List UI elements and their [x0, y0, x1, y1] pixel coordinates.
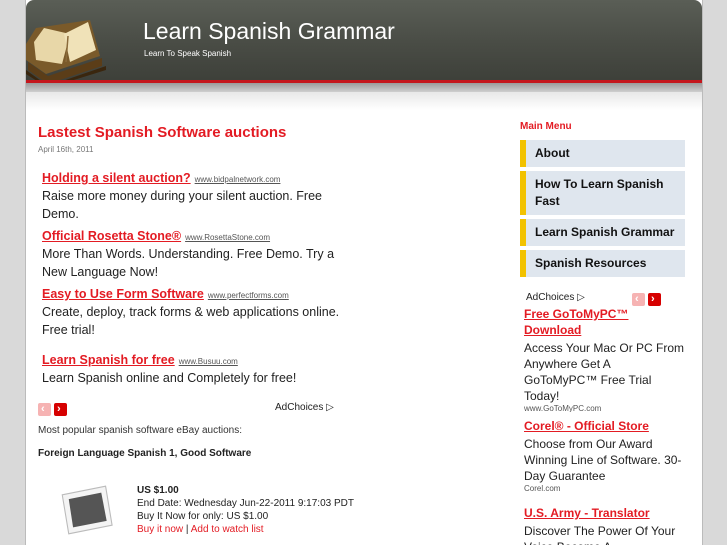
item-buy-now-price: Buy It Now for only: US $1.00 [137, 511, 269, 522]
ad-title-link[interactable]: Official Rosetta Stone® [42, 229, 181, 243]
ad-url-link[interactable]: www.perfectforms.com [208, 291, 289, 300]
site-subtitle: Learn To Speak Spanish [144, 49, 232, 58]
chevron-right-icon[interactable]: › [648, 293, 661, 307]
ad-item: Official Rosetta Stone® www.RosettaStone.… [42, 227, 348, 281]
item-links: Buy it now | Add to watch list [137, 523, 377, 536]
ebay-item-title[interactable]: Foreign Language Spanish 1, Good Softwar… [38, 448, 348, 459]
sidebar-ad-title-link[interactable]: Free GoToMyPC™ Download [524, 306, 685, 338]
chevron-right-icon[interactable]: › [54, 403, 67, 417]
menu-item-resources[interactable]: Spanish Resources [520, 250, 685, 277]
adchoices-link[interactable]: AdChoices ▷ [275, 402, 334, 413]
sidebar-ad: Free GoToMyPC™ Download Access Your Mac … [524, 306, 685, 412]
ad-item: Holding a silent auction? www.bidpalnetwo… [42, 169, 348, 223]
ad-description: Raise more money during your silent auct… [42, 189, 322, 221]
content-area: Lastest Spanish Software auctions April … [26, 92, 702, 545]
link-separator: | [185, 524, 189, 535]
chevron-left-icon[interactable]: ‹ [632, 293, 645, 307]
post-date: April 16th, 2011 [38, 145, 94, 154]
ebay-item-info: US $1.00 End Date: Wednesday Jun-22-2011… [137, 484, 377, 536]
add-to-watch-list-link[interactable]: Add to watch list [191, 524, 264, 535]
ad-url-link[interactable]: www.RosettaStone.com [185, 233, 270, 242]
ad-description: Create, deploy, track forms & web applic… [42, 305, 340, 337]
sidebar-ad-description: Choose from Our Award Winning Line of So… [524, 437, 682, 483]
post-title[interactable]: Lastest Spanish Software auctions [38, 124, 348, 141]
sidebar-ad-title-link[interactable]: Corel® - Official Store [524, 418, 685, 434]
main-column: Lastest Spanish Software auctions April … [38, 124, 348, 459]
ad-block: Holding a silent auction? www.bidpalnetwo… [42, 169, 348, 387]
item-price: US $1.00 [137, 485, 179, 496]
ad-url-link[interactable]: www.bidpalnetwork.com [195, 175, 281, 184]
sidebar-ad-header: AdChoices ▷ ‹ › [520, 291, 685, 307]
books-logo-icon [26, 20, 106, 88]
sidebar-ad-description: Discover The Power Of Your Voice Become … [524, 524, 676, 545]
ad-description: More Than Words. Understanding. Free Dem… [42, 247, 335, 279]
sidebar-ad-url[interactable]: Corel.com [524, 484, 685, 493]
site-title[interactable]: Learn Spanish Grammar [143, 18, 395, 45]
main-menu-heading: Main Menu [520, 121, 572, 132]
ad-description: Learn Spanish online and Completely for … [42, 371, 297, 385]
adchoices-icon: ▷ [326, 402, 334, 413]
sidebar-ad-url[interactable]: www.GoToMyPC.com [524, 404, 685, 412]
menu-item-grammar[interactable]: Learn Spanish Grammar [520, 219, 685, 246]
header: Learn Spanish Grammar Learn To Speak Spa… [26, 0, 702, 92]
ad-title-link[interactable]: Learn Spanish for free [42, 353, 175, 367]
item-end-date: End Date: Wednesday Jun-22-2011 9:17:03 … [137, 498, 354, 509]
ad-nav-row: ‹ › AdChoices ▷ [38, 401, 348, 417]
item-thumbnail-icon[interactable] [56, 484, 114, 536]
adchoices-link[interactable]: AdChoices ▷ [526, 292, 585, 303]
ad-title-link[interactable]: Easy to Use Form Software [42, 287, 204, 301]
sidebar-ad: U.S. Army - Translator Discover The Powe… [524, 505, 685, 545]
ad-item: Easy to Use Form Software www.perfectform… [42, 285, 348, 339]
sidebar-ad-description: Access Your Mac Or PC From Anywhere Get … [524, 341, 685, 403]
sidebar: Main Menu About How To Learn Spanish Fas… [520, 121, 685, 545]
ad-title-link[interactable]: Holding a silent auction? [42, 171, 191, 185]
ad-url-link[interactable]: www.Busuu.com [179, 357, 238, 366]
ad-item: Learn Spanish for free www.Busuu.com Lear… [42, 351, 348, 387]
ebay-intro: Most popular spanish software eBay aucti… [38, 425, 242, 436]
sidebar-ad-title-link[interactable]: U.S. Army - Translator [524, 505, 685, 521]
buy-it-now-link[interactable]: Buy it now [137, 524, 183, 535]
adchoices-icon: ▷ [577, 292, 585, 303]
menu-item-about[interactable]: About [520, 140, 685, 167]
header-divider [26, 83, 702, 92]
menu-item-how-to-learn[interactable]: How To Learn Spanish Fast [520, 171, 685, 215]
page: Learn Spanish Grammar Learn To Speak Spa… [25, 0, 703, 545]
sidebar-ad: Corel® - Official Store Choose from Our … [524, 418, 685, 493]
chevron-left-icon[interactable]: ‹ [38, 403, 51, 417]
